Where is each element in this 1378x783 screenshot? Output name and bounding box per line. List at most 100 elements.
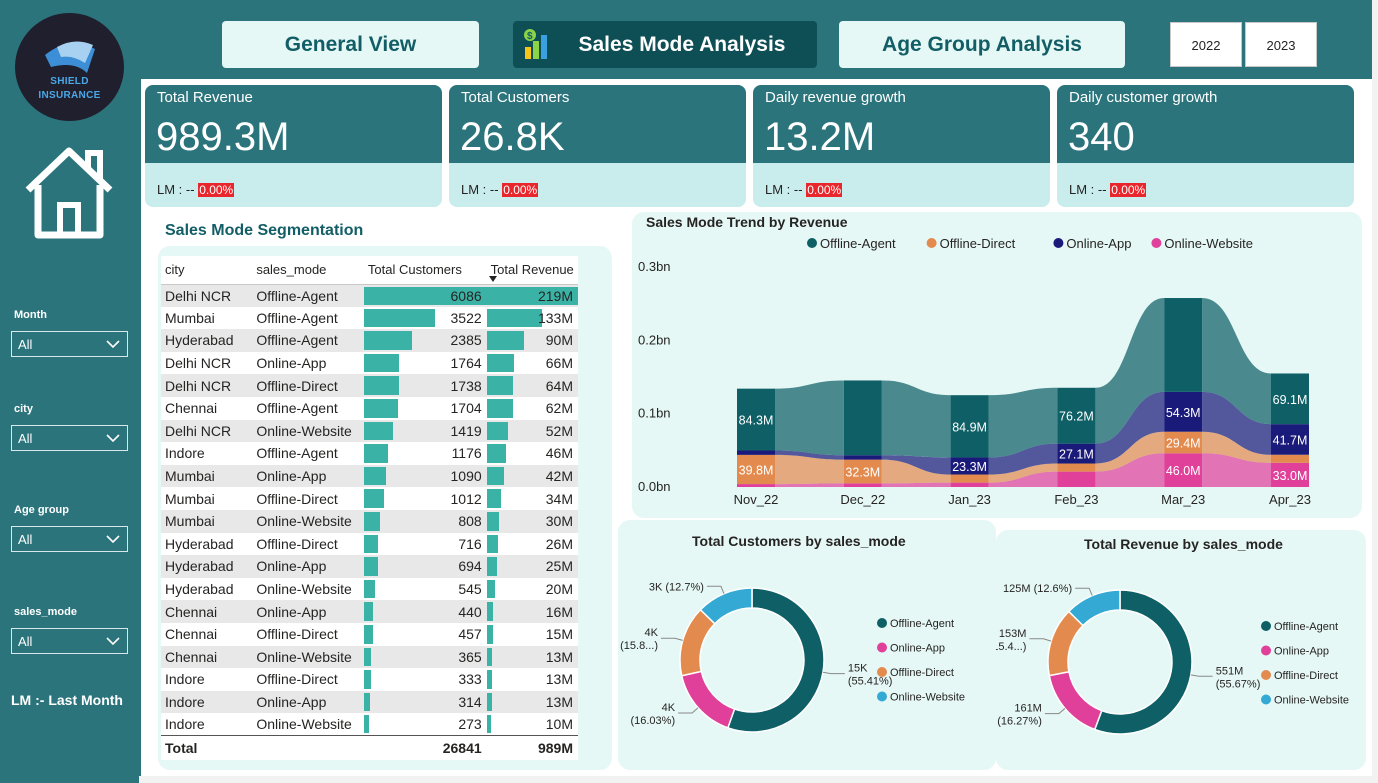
leader-line [1075,587,1093,596]
customers-donut-chart[interactable]: 15K(55.41%)4K(16.03%)4K(15.8...)3K (12.7… [618,555,996,765]
cell-city: Indore [161,713,253,736]
table-row[interactable]: Hyderabad Offline-Direct 716 26M [161,532,578,556]
home-icon[interactable] [22,143,116,241]
table-row[interactable]: Delhi NCR Online-App 1764 66M [161,351,578,375]
legend-label: Offline-Direct [1274,670,1338,682]
cell-sales-mode: Online-Website [252,509,364,533]
cell-city: Hyderabad [161,329,253,352]
table-row[interactable]: Indore Online-Website 273 10M [161,713,578,736]
cell-sales-mode: Online-App [252,690,364,714]
col-header-total-revenue[interactable]: Total Revenue [486,256,578,285]
cell-total-revenue: 25M [486,555,578,578]
customers-donut-title: Total Customers by sales_mode [692,533,906,549]
nav-age-group-analysis-button[interactable]: Age Group Analysis [839,21,1125,68]
table-row[interactable]: Indore Online-App 314 13M [161,690,578,714]
slicer-month-label: Month [14,309,47,321]
table-row[interactable]: Mumbai Online-Website 808 30M [161,509,578,533]
nav-general-view-button[interactable]: General View [222,21,479,68]
svg-text:$: $ [527,31,533,42]
cell-sales-mode: Offline-Direct [252,374,364,397]
table-row[interactable]: Delhi NCR Offline-Direct 1738 64M [161,374,578,397]
cell-total-customers: 1176 [363,442,487,465]
year-2023-button[interactable]: 2023 [1245,22,1317,67]
cell-total-customers: 1012 [363,487,487,510]
cell-city: Chennai [161,645,253,669]
total-revenue: 989M [486,735,578,760]
table-row[interactable]: Chennai Offline-Agent 1704 62M [161,396,578,420]
cell-city: Chennai [161,396,253,420]
donut-slice-online-app [680,670,736,729]
table-row[interactable]: Mumbai Offline-Direct 1012 34M [161,487,578,510]
nav-sales-mode-analysis-button[interactable]: $ Sales Mode Analysis [513,21,817,68]
table-row[interactable]: Chennai Offline-Direct 457 15M [161,622,578,646]
table-row[interactable]: Hyderabad Online-Website 545 20M [161,577,578,601]
col-header-total-customers[interactable]: Total Customers [363,256,487,285]
revenue-donut-chart[interactable]: 551M(55.67%) 161M(16.27%) 153M(15.4...) 125… [996,558,1366,768]
cell-total-customers: 1764 [363,351,487,375]
leader-line [822,671,845,675]
slice-label-percent: (15.8...) [620,640,658,652]
cell-total-customers: 1090 [363,464,487,488]
cell-sales-mode: Online-App [252,600,364,623]
shield-insurance-logo: SHIELD INSURANCE [15,13,124,121]
slicer-sales-mode[interactable]: All [11,628,128,654]
cell-total-revenue: 10M [486,713,578,736]
cell-total-customers: 333 [363,668,487,691]
table-total-row: Total 26841 989M [161,735,578,760]
cell-total-revenue: 219M [486,284,578,307]
table-row[interactable]: Hyderabad Offline-Agent 2385 90M [161,329,578,352]
cell-total-customers: 694 [363,555,487,578]
revenue-donut-title: Total Revenue by sales_mode [1084,536,1283,552]
data-label: 23.3M [952,460,987,474]
table-row[interactable]: Mumbai Offline-Agent 3522 133M [161,306,578,330]
table-row[interactable]: Mumbai Online-App 1090 42M [161,464,578,488]
table-row[interactable]: Hyderabad Online-App 694 25M [161,555,578,578]
table-row[interactable]: Delhi NCR Online-Website 1419 52M [161,419,578,443]
table-header-row: city sales_mode Total Customers Total Re… [161,256,578,285]
legend-label-offline-agent: Offline-Agent [820,236,896,251]
cell-sales-mode: Offline-Direct [252,487,364,510]
segmentation-table[interactable]: city sales_mode Total Customers Total Re… [161,256,578,760]
table-row[interactable]: Indore Offline-Agent 1176 46M [161,442,578,465]
revenue-value: 133M [537,309,573,326]
slicer-age-group[interactable]: All [11,526,128,552]
col-header-sales-mode[interactable]: sales_mode [252,256,364,285]
nav-sales-mode-label: Sales Mode Analysis [578,33,786,56]
customers-value: 333 [458,671,482,688]
cell-sales-mode: Offline-Direct [252,532,364,556]
table-row[interactable]: Indore Offline-Direct 333 13M [161,668,578,691]
table-row[interactable]: Delhi NCR Offline-Agent 6086 219M [161,284,578,307]
trend-chart[interactable]: Offline-Agent Offline-Direct Online-App Onl… [632,230,1362,515]
bar-online-app [843,455,882,460]
table-row[interactable]: Chennai Online-App 440 16M [161,600,578,623]
cell-total-customers: 1738 [363,374,487,397]
legend-label: Online-App [1274,646,1329,658]
customers-value: 694 [458,558,482,575]
donut-slice-online-app [1048,670,1103,731]
revenue-value: 46M [545,445,573,462]
table-row[interactable]: Chennai Online-Website 365 13M [161,645,578,669]
leader-line [1029,638,1052,642]
chevron-down-icon [106,340,120,349]
year-2022-button[interactable]: 2022 [1170,22,1242,67]
cell-total-revenue: 20M [486,577,578,601]
x-tick-label: Feb_23 [1054,492,1098,507]
cell-total-customers: 545 [363,577,487,601]
legend-marker [1261,645,1271,656]
cell-city: Delhi NCR [161,374,253,397]
kpi-daily-revenue-growth: Daily revenue growth 13.2M LM : -- 0.00% [753,85,1050,207]
kpi-lm-change: 0.00% [198,183,235,197]
col-header-city[interactable]: city [161,256,253,285]
slicer-city[interactable]: All [11,425,128,451]
customers-value: 1764 [450,355,482,372]
data-label: 29.4M [1166,436,1201,450]
segmentation-title: Sales Mode Segmentation [165,222,364,239]
revenue-value: 219M [537,287,573,304]
sort-desc-icon [488,275,497,282]
kpi-lm: LM : -- 0.00% [1069,182,1147,197]
legend-marker [877,667,887,677]
cell-total-revenue: 64M [486,374,578,397]
slicer-month[interactable]: All [11,331,128,357]
legend-marker-offline-agent [807,238,817,248]
kpi-value: 13.2M [764,115,876,159]
